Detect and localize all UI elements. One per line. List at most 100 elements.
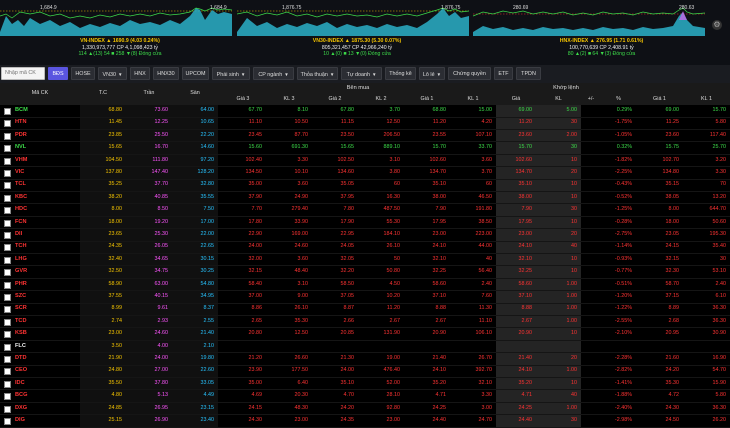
table-row[interactable]: NVL 15.65 16.70 14.60 15.60 691.30 15.65 889.10… (0, 142, 730, 155)
table-row[interactable]: VHM 104.50 111.80 97.20 102.40 3.30 102.50 3.10… (0, 155, 730, 168)
row-checkbox[interactable] (4, 120, 11, 128)
symbol-cell[interactable]: KBC (15, 192, 27, 204)
symbol-cell[interactable]: GVR (15, 266, 27, 278)
tab-phai-sinh[interactable]: Phái sinh ▼ (212, 67, 250, 80)
table-row[interactable]: KSB 23.00 24.60 21.40 20.80 12.50 20.85 131.90 2… (0, 328, 730, 341)
table-row[interactable]: SCR 8.99 9.61 8.37 8.86 26.10 8.87 11.20 8.88 11.… (0, 303, 730, 316)
row-checkbox[interactable] (4, 170, 11, 177)
symbol-cell[interactable]: FCN (15, 217, 27, 229)
symbol-cell[interactable]: CEO (15, 365, 27, 377)
table-row[interactable]: BCM 68.80 73.60 64.00 67.70 8.10 67.80 3.70 68.8… (0, 105, 730, 118)
row-checkbox[interactable] (4, 356, 11, 363)
col-symbol[interactable]: Mã CK (0, 88, 80, 99)
tab-upcom[interactable]: UPCOM (182, 67, 209, 80)
hnxindex-panel[interactable]: 280.69 280.63 HNX-INDEX ▲ 276.95 (1.71 0… (473, 0, 730, 65)
row-checkbox[interactable] (4, 405, 11, 413)
table-row[interactable]: KBC 38.20 40.85 35.55 37.90 24.90 37.95 16.30 38… (0, 192, 730, 205)
symbol-cell[interactable]: FLC (15, 341, 26, 353)
symbol-cell[interactable]: KSB (15, 328, 27, 340)
row-checkbox[interactable] (4, 418, 11, 425)
row-checkbox[interactable] (4, 219, 11, 227)
table-row[interactable]: DII 23.65 25.30 22.00 22.90 169.00 22.95 184.10… (0, 229, 730, 242)
table-row[interactable]: PDR 23.85 25.50 22.20 23.45 87.70 23.50 206.50 2… (0, 130, 730, 143)
tab-chung-quyen[interactable]: Chứng quyền (448, 67, 491, 80)
symbol-cell[interactable]: DXG (15, 403, 27, 415)
symbol-cell[interactable]: DTD (15, 353, 27, 365)
symbol-cell[interactable]: LHG (15, 254, 27, 266)
row-checkbox[interactable] (4, 207, 11, 215)
row-checkbox[interactable] (4, 194, 11, 202)
symbol-cell[interactable]: SZC (15, 291, 26, 303)
vn30-panel[interactable]: 1,876.75 1,876.75 VN30-INDEX ▲ 1875.30 (… (237, 0, 477, 65)
tab-hnx[interactable]: HNX (130, 67, 150, 80)
symbol-cell[interactable]: PDR (15, 130, 27, 142)
row-checkbox[interactable] (4, 157, 11, 165)
table-row[interactable]: IDC 35.50 37.80 33.05 35.00 6.40 35.10 52.00 35.… (0, 378, 730, 391)
row-checkbox[interactable] (4, 331, 11, 339)
tab-thoa-thuan[interactable]: Thỏa thuận ▼ (297, 67, 338, 80)
row-checkbox[interactable] (4, 108, 11, 115)
table-row[interactable]: SZC 37.55 40.15 34.95 37.00 9.00 37.05 10.20 37.… (0, 291, 730, 304)
symbol-cell[interactable]: HDC (15, 204, 27, 216)
table-row[interactable]: LHG 32.40 34.65 30.15 32.00 3.60 32.05 50 32.10 4… (0, 254, 730, 267)
row-checkbox[interactable] (4, 380, 11, 388)
table-row[interactable]: FLC 3.50 4.00 2.10 (0, 341, 730, 354)
row-checkbox[interactable] (4, 269, 11, 277)
symbol-cell[interactable]: DIG (15, 415, 25, 427)
table-row[interactable]: TCD 2.74 2.93 2.55 2.65 35.30 2.66 2.67 2.67 11.1… (0, 316, 730, 329)
table-row[interactable]: DXG 24.85 26.95 23.15 24.15 48.30 24.20 92.80 24… (0, 403, 730, 416)
row-checkbox[interactable] (4, 393, 11, 401)
table-row[interactable]: CEO 24.80 27.00 22.60 23.90 177.50 24.00 476.40… (0, 365, 730, 378)
row-checkbox[interactable] (4, 281, 11, 289)
tab-lo-le[interactable]: Lô lẻ ▼ (419, 67, 445, 80)
row-checkbox[interactable] (4, 306, 11, 314)
tab-hose[interactable]: HOSE (71, 67, 95, 80)
row-checkbox[interactable] (4, 132, 11, 140)
table-row[interactable]: PHR 58.90 63.00 54.80 58.40 3.10 58.50 4.50 58.6… (0, 279, 730, 292)
row-checkbox[interactable] (4, 294, 11, 301)
table-row[interactable]: DTD 21.90 24.00 19.80 21.20 26.60 21.30 19.00 21… (0, 353, 730, 366)
symbol-cell[interactable]: DII (15, 229, 22, 241)
symbol-cell[interactable]: VHM (15, 155, 27, 167)
table-row[interactable]: FCN 18.00 19.20 17.00 17.80 33.90 17.90 55.30 17… (0, 217, 730, 230)
symbol-cell[interactable]: TCD (15, 316, 27, 328)
row-checkbox[interactable] (4, 318, 11, 326)
symbol-cell[interactable]: PHR (15, 279, 27, 291)
symbol-cell[interactable]: NVL (15, 142, 26, 154)
row-checkbox[interactable] (4, 232, 11, 239)
settings-gear-icon[interactable]: ⚙ (712, 20, 722, 30)
tab-tpdn[interactable]: TPDN (516, 67, 541, 80)
table-row[interactable]: HDC 8.00 8.50 7.50 7.70 279.40 7.80 487.50 7.90 1… (0, 204, 730, 217)
vnindex-panel[interactable]: 1,684.9 1,684.9 VN-INDEX ▲ 1690.9 (4.03 … (0, 0, 240, 65)
row-checkbox[interactable] (4, 256, 11, 264)
symbol-cell[interactable]: TCH (15, 241, 27, 253)
tab-etf[interactable]: ETF (494, 67, 513, 80)
symbol-cell[interactable]: SCR (15, 303, 27, 315)
row-checkbox[interactable] (4, 244, 11, 252)
tab-hnx30[interactable]: HNX30 (153, 67, 179, 80)
tab-vn30[interactable]: VN30 ▼ (98, 67, 127, 80)
table-row[interactable]: GVR 32.50 34.75 30.25 32.15 48.40 32.20 50.80 32… (0, 266, 730, 279)
symbol-cell[interactable]: HTN (15, 117, 27, 129)
symbol-cell[interactable]: TCL (15, 179, 26, 191)
symbol-cell[interactable]: BCG (15, 390, 27, 402)
table-row[interactable]: TCL 35.25 37.70 32.80 35.00 3.60 35.05 60 35.10 6… (0, 179, 730, 192)
tab-thong-ke[interactable]: Thống kê (385, 67, 416, 80)
row-checkbox[interactable] (4, 145, 11, 153)
tab-bds[interactable]: BĐS (48, 67, 68, 80)
table-row[interactable]: VIC 137.80 147.40 128.20 134.50 10.10 134.60 3.… (0, 167, 730, 180)
symbol-cell[interactable]: VIC (15, 167, 24, 179)
row-checkbox[interactable] (4, 182, 11, 190)
symbol-cell[interactable]: IDC (15, 378, 25, 390)
tab-tu-doanh[interactable]: Tự doanh ▼ (341, 67, 382, 80)
symbol-search-input[interactable] (1, 67, 45, 80)
table-row[interactable]: DIG 25.15 26.90 23.40 24.30 23.00 24.35 23.00 24… (0, 415, 730, 428)
symbol-cell[interactable]: BCM (15, 105, 28, 117)
cell-pct: -1.14% (614, 243, 632, 250)
row-checkbox[interactable] (4, 368, 11, 376)
table-row[interactable]: BCG 4.80 5.13 4.49 4.69 20.30 4.70 28.10 4.71 3.3… (0, 390, 730, 403)
tab-cp-nganh[interactable]: CP ngành ▼ (253, 67, 294, 80)
table-row[interactable]: HTN 11.45 12.25 10.65 11.10 10.50 11.15 12.50 11… (0, 117, 730, 130)
table-row[interactable]: TCH 24.35 26.05 22.65 24.00 24.60 24.05 26.10 24… (0, 241, 730, 254)
row-checkbox[interactable] (4, 343, 11, 351)
